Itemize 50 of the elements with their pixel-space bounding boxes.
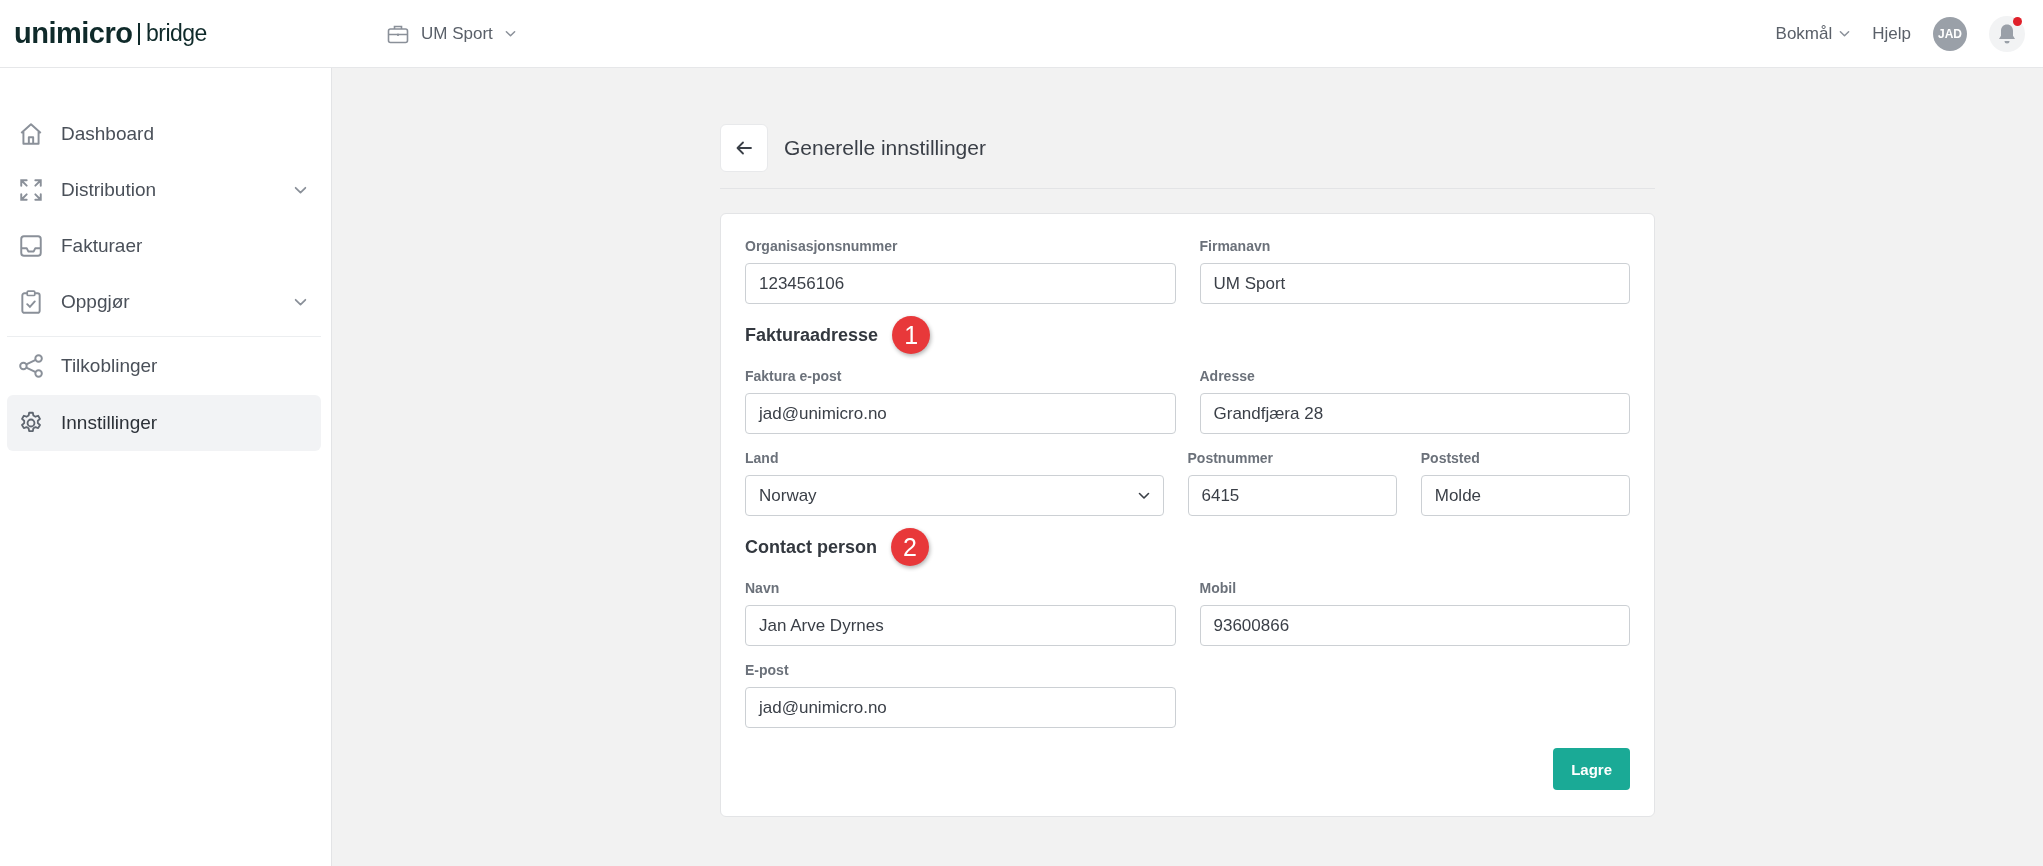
number-badge: 2 bbox=[891, 528, 929, 566]
arrow-left-icon bbox=[736, 141, 752, 155]
language-dropdown[interactable]: Bokmål bbox=[1775, 23, 1851, 44]
briefcase-icon bbox=[387, 23, 409, 44]
share-icon bbox=[18, 353, 44, 379]
field-label: Firmanavn bbox=[1199, 238, 1272, 254]
chevron-down-icon bbox=[294, 297, 307, 307]
select-field[interactable]: Norway bbox=[745, 475, 1164, 516]
input-field[interactable]: jad@unimicro.no bbox=[745, 687, 1176, 728]
field-label: Postnummer bbox=[1187, 450, 1275, 466]
nav-item[interactable]: Innstillinger bbox=[7, 395, 321, 451]
field-label: Land bbox=[745, 450, 780, 466]
logo-product: bridge bbox=[145, 20, 207, 47]
chevron-down-icon bbox=[1839, 29, 1851, 38]
expand-icon bbox=[18, 177, 44, 203]
input-field[interactable]: 6415 bbox=[1187, 475, 1397, 516]
section-heading: Fakturaadresse bbox=[745, 324, 879, 346]
help-link[interactable]: Hjelp bbox=[1872, 23, 1911, 44]
number-badge: 1 bbox=[892, 316, 931, 354]
home-icon bbox=[18, 121, 44, 147]
input-field[interactable]: 93600866 bbox=[1199, 605, 1630, 646]
field-label: E-post bbox=[745, 662, 790, 678]
input-field[interactable]: UM Sport bbox=[1199, 263, 1630, 304]
nav-item[interactable]: Fakturaer bbox=[7, 218, 321, 274]
input-field[interactable]: 123456106 bbox=[745, 263, 1176, 304]
notifications-button[interactable] bbox=[1989, 15, 2025, 52]
clipboard-icon bbox=[18, 289, 44, 315]
nav-item[interactable]: Oppgjør bbox=[7, 274, 321, 330]
chevron-down-icon bbox=[294, 185, 307, 195]
company-switcher[interactable]: UM Sport bbox=[387, 23, 516, 44]
field-label: Poststed bbox=[1420, 450, 1481, 466]
nav-item[interactable]: Dashboard bbox=[7, 106, 321, 162]
input-field[interactable]: Grandfjæra 28 bbox=[1199, 393, 1630, 434]
input-field[interactable]: Jan Arve Dyrnes bbox=[745, 605, 1176, 646]
field-label: Adresse bbox=[1199, 368, 1256, 384]
field-label: Organisasjonsnummer bbox=[745, 238, 899, 254]
section-heading: Contact person bbox=[745, 536, 877, 558]
field-label: Navn bbox=[745, 580, 781, 596]
nav-item[interactable]: Distribution bbox=[7, 162, 321, 218]
logo-brand: unimicro bbox=[14, 17, 133, 50]
field-label: Mobil bbox=[1199, 580, 1238, 596]
inbox-icon bbox=[18, 233, 44, 259]
input-field[interactable]: Molde bbox=[1420, 475, 1630, 516]
bell-icon bbox=[1997, 22, 2017, 45]
field-label: Faktura e-post bbox=[745, 368, 843, 384]
page-title: Generelle innstillinger bbox=[784, 136, 986, 160]
chevron-down-icon bbox=[504, 29, 516, 38]
input-field[interactable]: jad@unimicro.no bbox=[745, 393, 1176, 434]
back-button[interactable] bbox=[720, 124, 768, 172]
chevron-down-icon bbox=[1137, 491, 1150, 500]
